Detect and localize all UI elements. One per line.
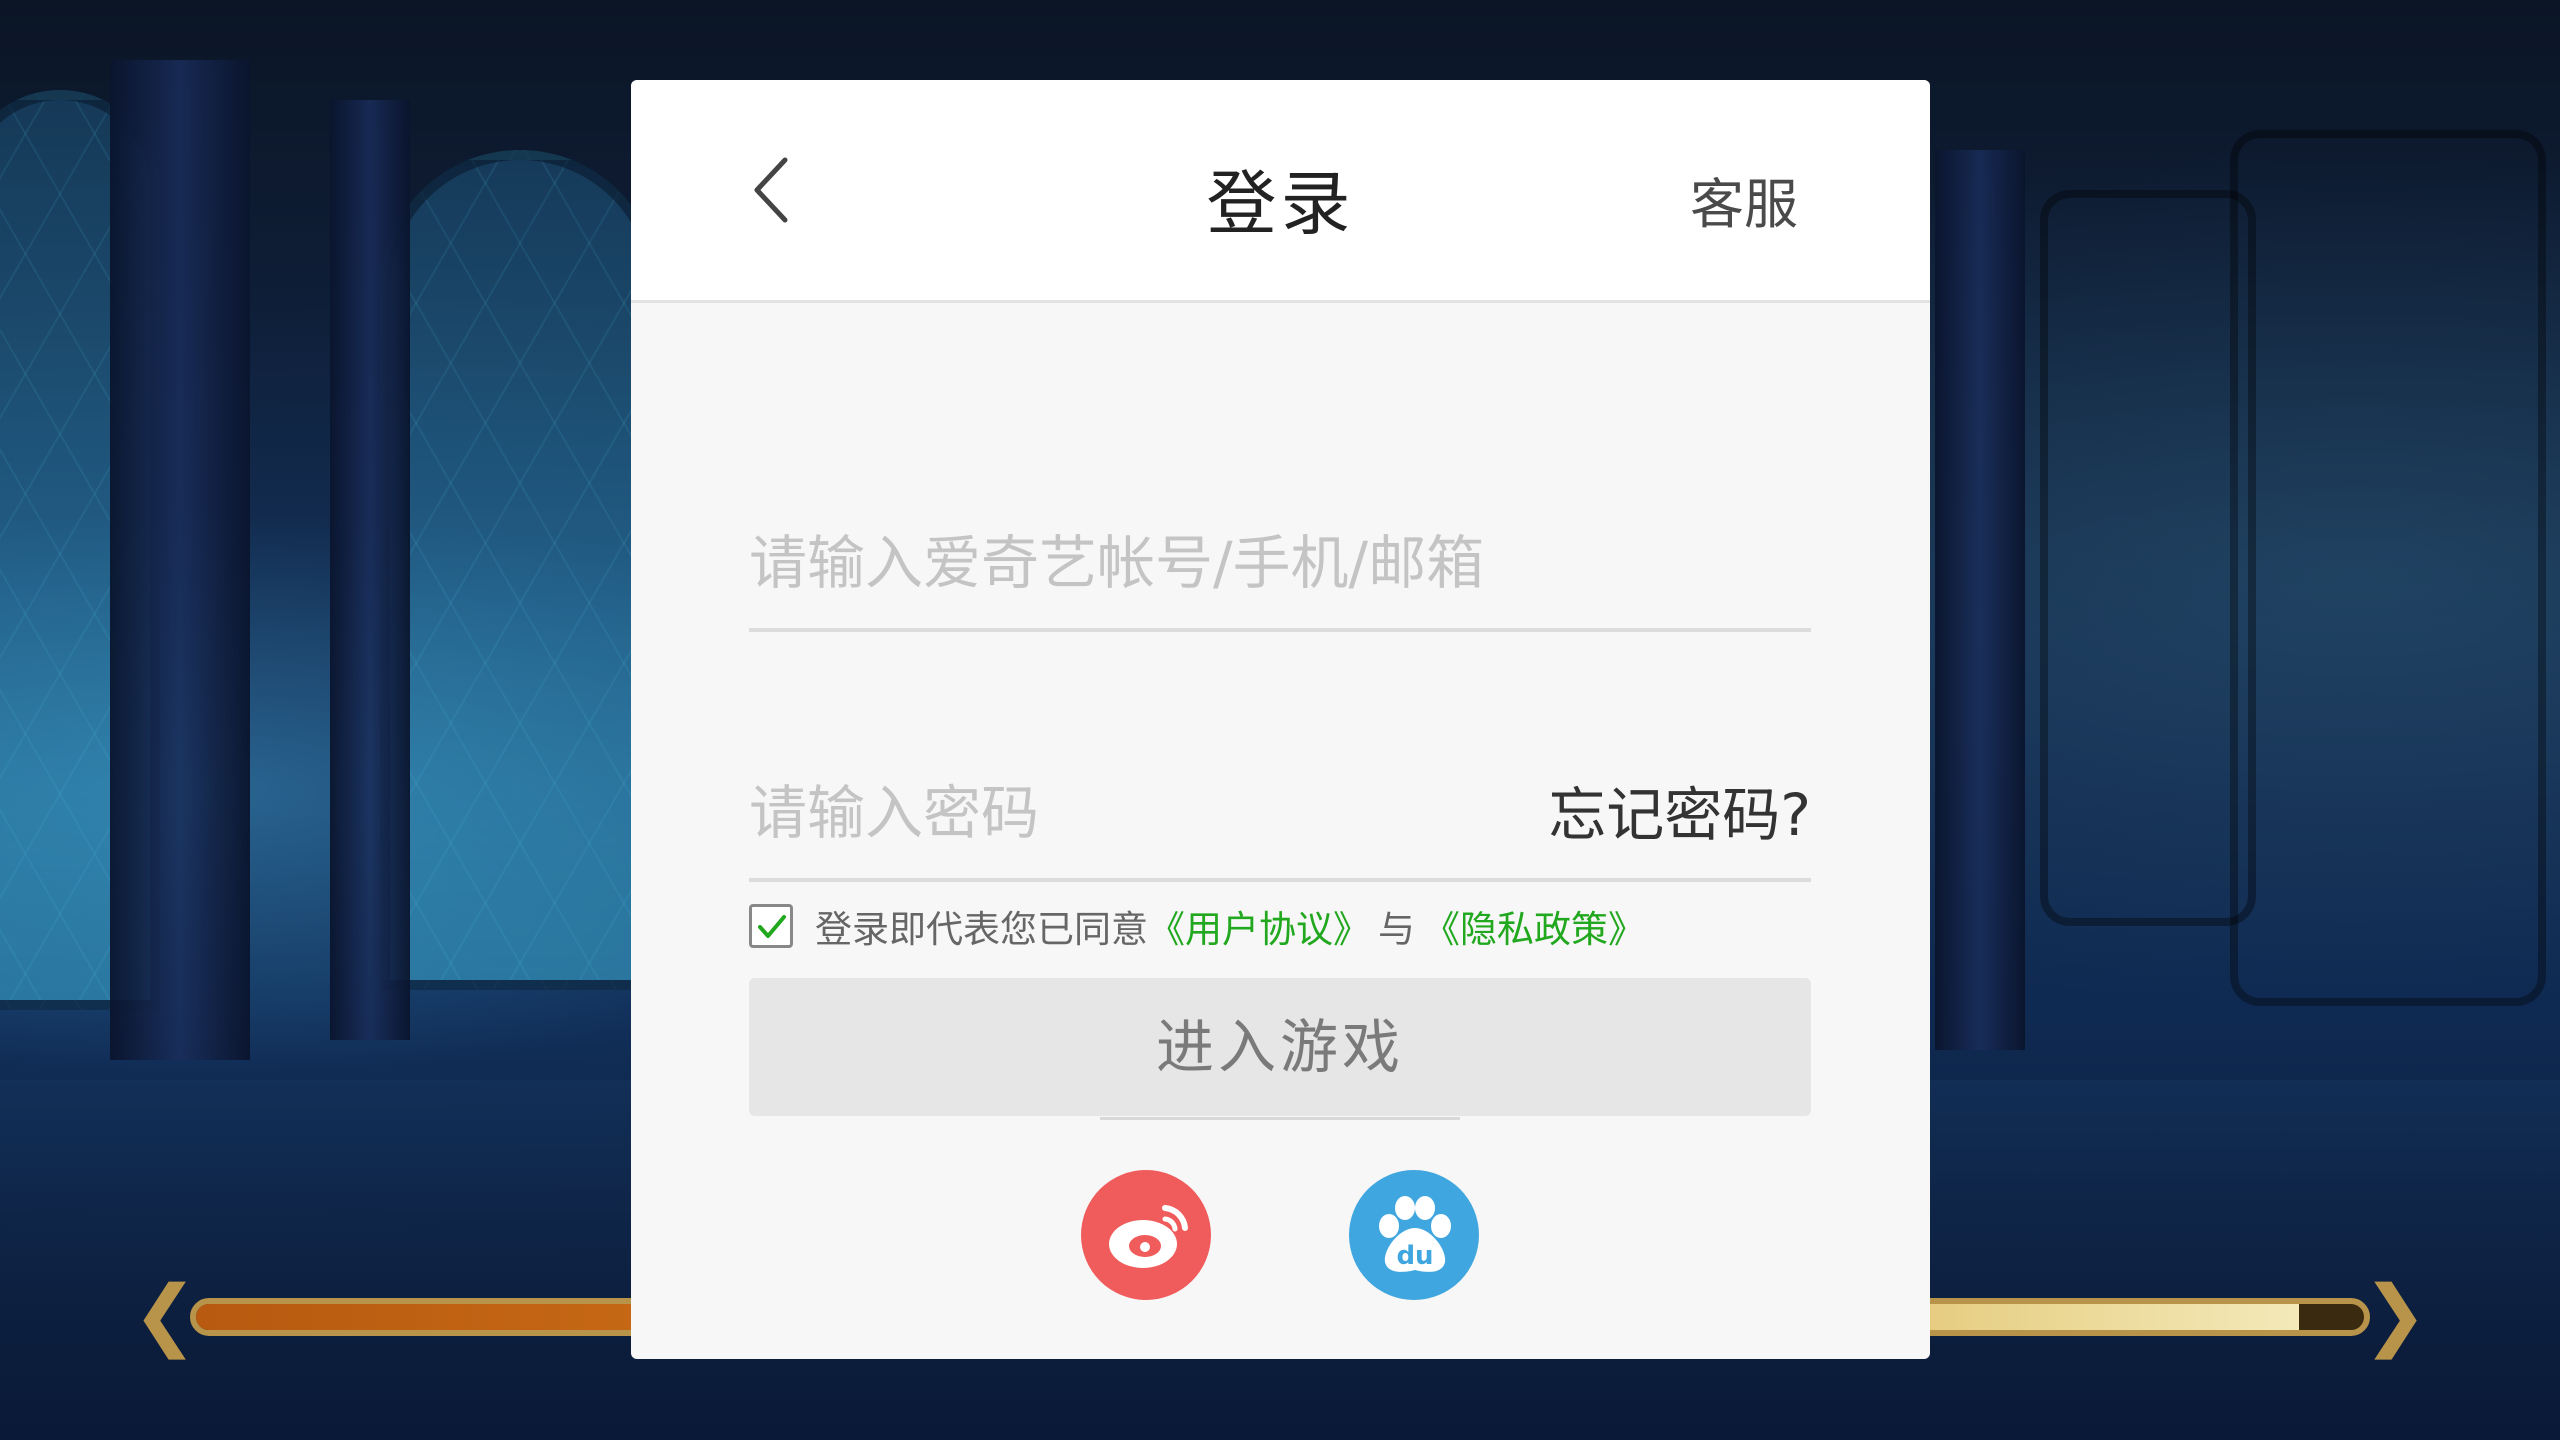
enter-game-button[interactable]: 进入游戏 <box>749 978 1811 1116</box>
forgot-password-link[interactable]: 忘记密码? <box>1548 768 1811 852</box>
background-curtain-left <box>110 60 250 1060</box>
account-field-row <box>749 498 1811 632</box>
social-login-divider <box>1100 1117 1460 1120</box>
weibo-icon <box>1109 1205 1188 1268</box>
privacy-policy-link[interactable]: 《隐私政策》 <box>1423 899 1645 953</box>
account-input[interactable] <box>749 498 1811 628</box>
baidu-du-text: du <box>1396 1241 1433 1271</box>
user-agreement-link[interactable]: 《用户协议》 <box>1148 899 1370 953</box>
dialog-header: 登录 客服 <box>631 80 1930 303</box>
check-icon <box>758 915 786 938</box>
customer-service-link[interactable]: 客服 <box>1690 160 1798 239</box>
progress-ornament-right-icon: ❯ <box>2362 1270 2428 1360</box>
login-dialog: 登录 客服 忘记密码? 登录即代表您已同意 《用户协议》 与 《隐私政策》 进入… <box>631 80 1930 1359</box>
background-window-left-2 <box>380 150 660 990</box>
agreement-prefix-text: 登录即代表您已同意 <box>815 908 1148 951</box>
password-input[interactable] <box>749 748 1449 878</box>
background-curtain-right <box>1935 150 2025 1050</box>
background-wall-panel <box>2040 190 2256 926</box>
baidu-login-button[interactable]: du <box>1349 1170 1479 1300</box>
baidu-icon: du <box>1379 1196 1451 1272</box>
agreement-row: 登录即代表您已同意 《用户协议》 与 《隐私政策》 <box>749 900 1645 952</box>
password-field-row: 忘记密码? <box>749 748 1811 882</box>
weibo-login-button[interactable] <box>1081 1170 1211 1300</box>
background-wall-panel-2 <box>2230 130 2546 1006</box>
agreement-separator-text: 与 <box>1378 908 1415 951</box>
background-curtain-left-2 <box>330 100 410 1040</box>
agreement-checkbox[interactable] <box>749 904 793 948</box>
